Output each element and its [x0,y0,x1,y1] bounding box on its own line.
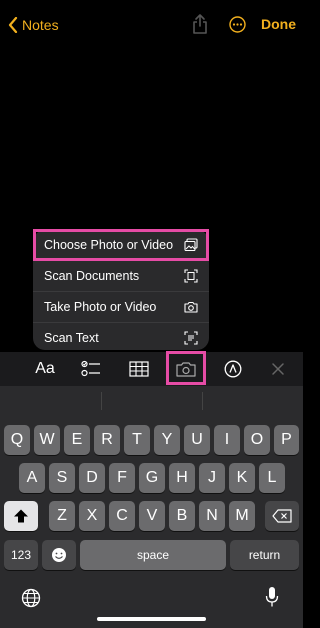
key-a[interactable]: A [19,463,45,493]
delete-backspace-icon [272,509,292,523]
keyboard: Q W E R T Y U I O P A S D F G H J K L Z … [0,386,303,628]
key-b[interactable]: B [169,501,195,531]
key-p[interactable]: P [274,425,299,455]
close-toolbar-button[interactable] [266,352,290,386]
emoji-key[interactable] [42,540,76,570]
done-button[interactable]: Done [261,16,296,32]
key-u[interactable]: U [184,425,210,455]
key-r[interactable]: R [94,425,120,455]
table-button[interactable] [126,352,152,386]
globe-icon[interactable] [21,588,41,608]
key-c[interactable]: C [109,501,135,531]
camera-icon [184,301,198,313]
markup-button[interactable] [220,352,246,386]
formatting-toolbar: Aa [0,352,303,386]
back-button[interactable]: Notes [8,14,59,36]
key-k[interactable]: K [229,463,255,493]
key-m[interactable]: M [229,501,255,531]
format-button[interactable]: Aa [30,352,60,386]
highlight-choose-photo [33,229,209,261]
delete-key[interactable] [265,501,299,531]
key-w[interactable]: W [34,425,60,455]
menu-item-label: Take Photo or Video [44,300,157,314]
menu-item-label: Scan Text [44,331,99,345]
key-x[interactable]: X [79,501,105,531]
key-o[interactable]: O [244,425,270,455]
chevron-left-icon [8,17,18,33]
checklist-icon [81,360,100,377]
scan-document-icon [184,269,198,283]
home-indicator[interactable] [97,617,206,621]
menu-item-scan-text[interactable]: Scan Text [33,323,209,350]
menu-item-label: Scan Documents [44,269,140,283]
key-y[interactable]: Y [154,425,180,455]
menu-item-scan-documents[interactable]: Scan Documents [33,261,209,291]
key-d[interactable]: D [79,463,105,493]
key-z[interactable]: Z [49,501,75,531]
key-q[interactable]: Q [4,425,30,455]
emoji-icon [52,548,66,562]
highlight-camera [166,351,206,385]
key-e[interactable]: E [64,425,90,455]
numbers-key[interactable]: 123 [4,540,38,570]
microphone-icon[interactable] [265,586,279,608]
key-i[interactable]: I [214,425,240,455]
back-label: Notes [22,17,59,33]
key-l[interactable]: L [259,463,285,493]
key-h[interactable]: H [169,463,195,493]
key-g[interactable]: G [139,463,165,493]
key-j[interactable]: J [199,463,225,493]
shift-icon [14,509,28,523]
key-s[interactable]: S [49,463,75,493]
more-options-icon[interactable] [229,16,246,33]
scan-text-icon [184,331,198,345]
close-icon [272,363,284,375]
return-key[interactable]: return [230,540,299,570]
share-icon[interactable] [191,13,209,35]
key-f[interactable]: F [109,463,135,493]
table-icon [129,361,149,377]
key-n[interactable]: N [199,501,225,531]
shift-key[interactable] [4,501,38,531]
markup-pen-icon [224,360,242,378]
menu-item-take-photo[interactable]: Take Photo or Video [33,292,209,322]
checklist-button[interactable] [78,352,104,386]
key-t[interactable]: T [124,425,150,455]
space-key[interactable]: space [80,540,226,570]
key-v[interactable]: V [139,501,165,531]
